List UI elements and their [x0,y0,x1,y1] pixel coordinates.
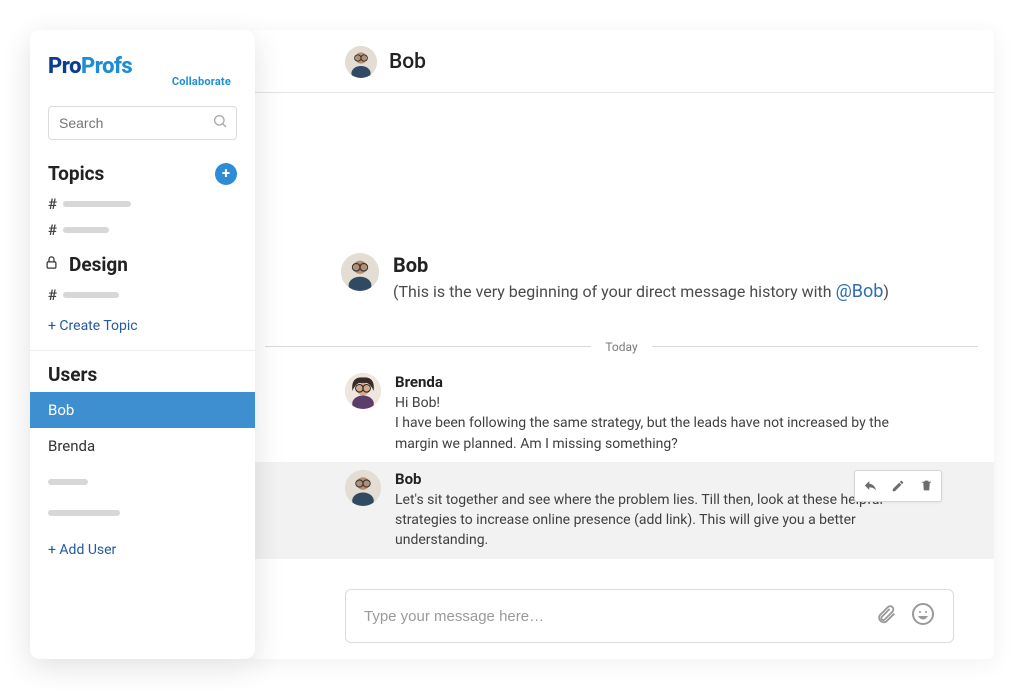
avatar [341,253,379,291]
date-separator: Today [249,336,994,355]
sidebar: ProProfs Collaborate Topics + # # De [30,30,255,659]
search-icon [212,113,228,133]
placeholder-icon [48,479,88,485]
users-header: Users [30,357,255,392]
placeholder-icon [63,292,119,298]
search-field[interactable] [48,106,237,140]
topic-row[interactable]: # [30,191,255,217]
hash-icon: # [48,195,57,213]
message-body: Brenda Hi Bob! I have been following the… [395,373,954,454]
user-placeholder-row [30,495,255,526]
chat-header: Bob [249,30,994,93]
delete-button[interactable] [913,475,939,497]
composer-area [249,577,994,659]
hash-icon: # [48,221,57,239]
add-user-link[interactable]: + Add User [30,532,255,568]
chat-intro-text: Bob (This is the very beginning of your … [393,253,889,302]
message-text: Let's sit together and see where the pro… [395,490,915,551]
edit-button[interactable] [885,475,911,497]
emoji-icon[interactable] [911,602,935,630]
user-placeholder-row [30,464,255,495]
users-title: Users [48,363,97,386]
date-separator-label: Today [591,340,651,354]
design-label: Design [69,253,128,276]
placeholder-icon [63,201,131,207]
intro-prefix: (This is the very beginning of your dire… [393,282,836,301]
topics-header: Topics + [30,156,255,191]
placeholder-icon [48,510,120,516]
design-row[interactable]: Design [30,243,255,282]
message-text: Hi Bob! [395,393,915,413]
logo: ProProfs Collaborate [30,48,255,98]
chat-intro-name: Bob [393,253,889,277]
reply-button[interactable] [857,475,883,497]
logo-part-pro: Pro [48,54,81,79]
user-row-bob[interactable]: Bob [30,392,255,428]
app-root: ProProfs Collaborate Topics + # # De [0,0,1024,689]
message-author: Brenda [395,373,954,391]
message-row: Brenda Hi Bob! I have been following the… [249,365,994,462]
message-row: Bob Let's sit together and see where the… [249,462,994,559]
chat-scroll: Bob (This is the very beginning of your … [249,93,994,577]
topic-row[interactable]: # [30,217,255,243]
lock-icon [44,255,59,274]
message-text: I have been following the same strategy,… [395,413,915,454]
avatar [345,373,381,409]
add-topic-button[interactable]: + [215,163,237,185]
chat-intro: Bob (This is the very beginning of your … [249,93,994,302]
composer-input[interactable] [364,608,861,625]
topics-title: Topics [48,162,104,185]
user-row-brenda[interactable]: Brenda [30,428,255,464]
attachment-icon[interactable] [875,603,897,629]
avatar [345,46,377,78]
hash-icon: # [48,286,57,304]
avatar [345,470,381,506]
create-topic-link[interactable]: + Create Topic [30,308,255,344]
divider [30,350,255,351]
message-composer[interactable] [345,589,954,643]
chat-header-title: Bob [389,50,426,74]
main-panel: Bob Bob (This is the very beginning of y… [249,30,994,659]
chat-intro-line: (This is the very beginning of your dire… [393,281,889,302]
search-input[interactable] [59,115,206,131]
message-action-bar [854,470,942,502]
intro-suffix: ) [883,282,889,301]
placeholder-icon [63,227,109,233]
mention-link[interactable]: @Bob [836,281,884,302]
logo-part-profs: Profs [81,54,132,79]
topic-row[interactable]: # [30,282,255,308]
